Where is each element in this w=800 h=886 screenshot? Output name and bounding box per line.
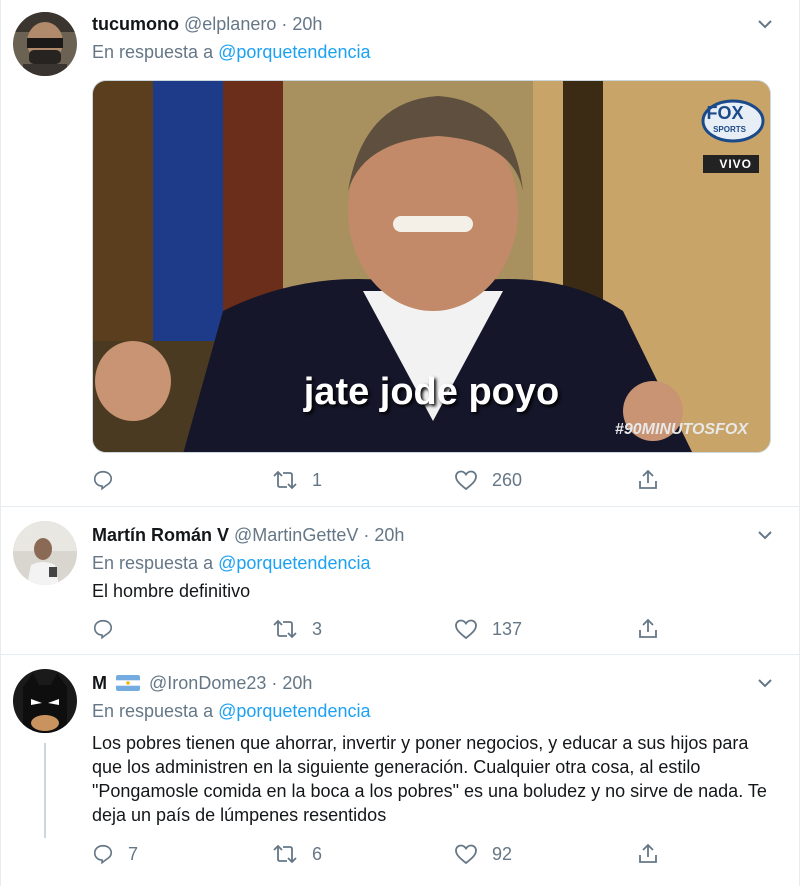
separator: · [363,525,370,545]
reply-to-link[interactable]: @porquetendencia [218,553,370,573]
chevron-down-icon[interactable] [757,16,773,32]
separator: · [281,14,288,34]
thread-line [44,743,46,838]
display-name[interactable]: Martín Román V [92,525,229,545]
retweet-count: 6 [312,843,323,864]
tweet-header: tucumono @elplanero · 20h [92,14,322,35]
chevron-down-icon[interactable] [757,527,773,543]
retweet-count: 3 [312,618,323,639]
tweet-header: Martín Román V @MartinGetteV · 20h [92,525,404,546]
media-logo-sub: SPORTS [713,125,746,134]
media-gif[interactable]: FOX SPORTS VIVO jate jode poyo #90MINUTO… [92,80,771,453]
reply-context: En respuesta a @porquetendencia [92,701,370,722]
tweet-actions: 1 260 [92,465,772,495]
share-icon [639,469,657,489]
reply-to-link[interactable]: @porquetendencia [218,42,370,62]
media-caption: jate jode poyo [303,371,560,413]
like-count: 260 [492,469,523,490]
reply-context: En respuesta a @porquetendencia [92,42,370,63]
timestamp[interactable]: 20h [292,14,322,34]
tweet-text: Los pobres tienen que ahorrar, invertir … [92,733,767,825]
share-button[interactable] [637,465,659,495]
like-count: 137 [492,618,523,639]
tweet[interactable]: M @IronDome23 · 20h En respuesta a @porq… [1,655,800,886]
like-count: 92 [492,843,513,864]
reply-button[interactable]: 7 [92,839,138,869]
heart-icon [455,844,477,865]
avatar[interactable] [13,669,77,733]
user-handle[interactable]: @elplanero [184,14,276,34]
retweet-button[interactable]: 3 [272,614,322,644]
retweet-count: 1 [312,469,323,490]
share-button[interactable] [637,614,659,644]
reply-button[interactable] [92,465,128,495]
reply-prefix: En respuesta a [92,701,214,721]
media-hashtag: #90MINUTOSFOX [614,421,748,438]
avatar[interactable] [13,12,77,76]
media-logo-text: FOX [706,103,744,123]
share-icon [639,618,657,638]
timestamp[interactable]: 20h [374,525,404,545]
share-button[interactable] [637,839,659,869]
live-badge: VIVO [719,157,752,171]
reply-button[interactable] [92,614,128,644]
display-name[interactable]: M [92,673,107,693]
like-button[interactable]: 137 [454,614,522,644]
argentina-flag-icon [116,675,141,691]
reply-prefix: En respuesta a [92,553,214,573]
reply-icon [93,619,113,640]
media-logo: FOX [694,103,756,124]
tweet-actions: 3 137 [92,614,772,644]
timestamp[interactable]: 20h [282,673,312,693]
timeline: tucumono @elplanero · 20h En respuesta a… [0,0,800,886]
user-handle[interactable]: @MartinGetteV [234,525,358,545]
like-button[interactable]: 260 [454,465,522,495]
heart-icon [455,619,477,640]
reply-prefix: En respuesta a [92,42,214,62]
reply-icon [93,844,113,865]
reply-context: En respuesta a @porquetendencia [92,553,370,574]
like-button[interactable]: 92 [454,839,512,869]
share-icon [639,843,657,863]
avatar[interactable] [13,521,77,585]
chevron-down-icon[interactable] [757,675,773,691]
heart-icon [455,470,477,491]
retweet-button[interactable]: 1 [272,465,322,495]
user-handle[interactable]: @IronDome23 [149,673,266,693]
tweet-header: M @IronDome23 · 20h [92,673,312,694]
tweet[interactable]: Martín Román V @MartinGetteV · 20h En re… [1,507,800,655]
reply-count: 7 [128,843,139,864]
display-name[interactable]: tucumono [92,14,179,34]
retweet-icon [273,470,297,490]
reply-to-link[interactable]: @porquetendencia [218,701,370,721]
retweet-icon [273,844,297,864]
tweet[interactable]: tucumono @elplanero · 20h En respuesta a… [1,0,800,507]
separator: · [271,673,278,693]
tweet-actions: 7 6 92 [92,839,772,869]
reply-icon [93,470,113,491]
tweet-text: El hombre definitivo [92,581,251,601]
retweet-icon [273,619,297,639]
retweet-button[interactable]: 6 [272,839,322,869]
